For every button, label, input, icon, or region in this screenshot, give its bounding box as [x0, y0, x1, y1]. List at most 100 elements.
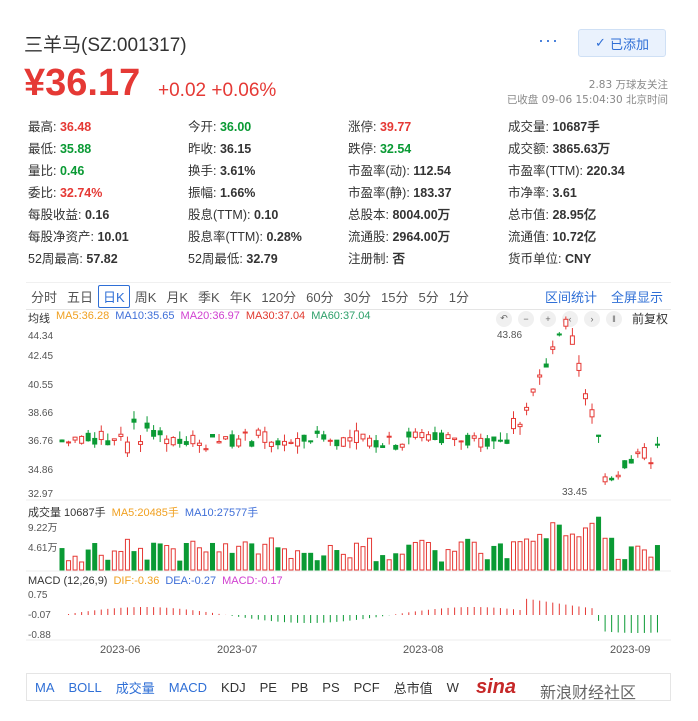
candle-body — [85, 432, 91, 442]
candle-body — [242, 431, 248, 434]
volume-bar — [118, 550, 124, 571]
candle-body — [484, 438, 490, 447]
volume-bar — [654, 545, 660, 571]
indicator-tab[interactable]: BOLL — [69, 680, 102, 695]
indicator-tab[interactable]: KDJ — [221, 680, 246, 695]
candle-body — [654, 443, 660, 446]
candle-body — [196, 442, 202, 446]
candle-body — [66, 441, 72, 444]
volume-bar — [210, 542, 215, 571]
volume-bar — [589, 522, 595, 571]
macd-axis-0: 0.75 — [28, 590, 48, 601]
volume-bar — [157, 543, 163, 571]
candle-body — [79, 435, 85, 444]
volume-bar — [393, 553, 399, 571]
indicator-tab[interactable]: PCF — [354, 680, 380, 695]
x-label-3: 2023-09 — [610, 644, 651, 656]
candle-body — [314, 430, 320, 434]
volume-bar — [288, 557, 294, 571]
macd-dea: DEA:-0.27 — [165, 575, 217, 587]
candle-body — [236, 438, 242, 447]
macd-value: MACD:-0.17 — [222, 575, 283, 587]
candle-body — [111, 438, 117, 441]
volume-bar — [281, 548, 287, 571]
volume-bar — [334, 550, 340, 571]
volume-bar — [367, 537, 373, 571]
volume-bar — [537, 533, 543, 571]
indicator-tab[interactable]: 总市值 — [394, 678, 433, 697]
price-axis-4: 36.76 — [28, 436, 54, 447]
candle-body — [648, 462, 654, 465]
volume-bar — [569, 533, 575, 571]
volume-bar — [79, 561, 85, 571]
candle-body — [144, 422, 150, 429]
volume-bar — [236, 545, 242, 571]
volume-bar — [347, 557, 353, 571]
volume-bar — [268, 537, 274, 571]
indicator-tab[interactable]: MA — [35, 680, 55, 695]
volume-bar — [229, 552, 235, 571]
candle-body — [386, 435, 392, 438]
volume-bar — [151, 542, 157, 571]
indicator-tab[interactable]: W — [447, 680, 459, 695]
volume-bar — [596, 516, 602, 571]
volume-bar — [628, 546, 634, 571]
candle-body — [399, 443, 405, 448]
kline-chart — [26, 316, 671, 641]
volume-bar — [196, 547, 202, 571]
candle-body — [321, 434, 327, 440]
volume-bar — [530, 540, 536, 571]
volume-bar — [124, 538, 130, 571]
candle-body — [524, 406, 530, 411]
candle-body — [412, 431, 418, 438]
volume-bar — [380, 555, 386, 571]
volume-bar — [412, 541, 418, 571]
candle-body — [255, 429, 261, 436]
volume-bar — [419, 539, 425, 571]
volume-bar — [72, 555, 78, 571]
watermark-text: 新浪财经社区 — [540, 685, 637, 702]
volume-legend: 成交量 10687手 MA5:20485手 MA10:27577手 — [28, 504, 258, 520]
volume-bar — [445, 549, 451, 571]
indicator-tab[interactable]: 成交量 — [116, 678, 155, 697]
volume-bar — [478, 552, 484, 571]
candle-body — [471, 435, 477, 439]
macd-label: MACD (12,26,9) — [28, 575, 108, 587]
volume-bar — [543, 538, 549, 571]
volume-bar — [641, 549, 647, 571]
indicator-tab[interactable]: PE — [260, 680, 277, 695]
price-axis-6: 32.97 — [28, 489, 54, 500]
price-axis-5: 34.86 — [28, 465, 54, 476]
candle-body — [216, 441, 222, 444]
volume-label: 成交量 10687手 — [28, 507, 106, 519]
candle-body — [491, 436, 497, 442]
volume-bar — [138, 547, 144, 571]
candle-body — [301, 434, 307, 442]
volume-bar — [216, 551, 222, 571]
candle-body — [569, 335, 575, 345]
candle-body — [334, 439, 340, 447]
volume-bar — [105, 559, 111, 571]
volume-bar — [511, 541, 516, 571]
candle-body — [367, 437, 373, 447]
candle-body — [170, 437, 176, 446]
volume-bar — [360, 546, 366, 571]
macd-legend: MACD (12,26,9) DIF:-0.36 DEA:-0.27 MACD:… — [28, 575, 283, 587]
candle-body — [295, 438, 301, 447]
candle-body — [609, 477, 615, 481]
indicator-tab[interactable]: MACD — [169, 680, 207, 695]
candle-body — [445, 434, 451, 439]
volume-bar — [497, 543, 503, 571]
volume-bar — [327, 544, 333, 571]
volume-bar — [563, 535, 569, 571]
candle-body — [210, 434, 215, 438]
volume-bar — [144, 559, 150, 571]
volume-bar — [203, 551, 209, 571]
candle-body — [425, 434, 431, 441]
volume-bar — [275, 547, 281, 571]
volume-bar — [439, 561, 445, 571]
volume-bar — [242, 541, 248, 571]
candle-body — [308, 440, 314, 443]
indicator-tab[interactable]: PB — [291, 680, 308, 695]
indicator-tab[interactable]: PS — [322, 680, 339, 695]
